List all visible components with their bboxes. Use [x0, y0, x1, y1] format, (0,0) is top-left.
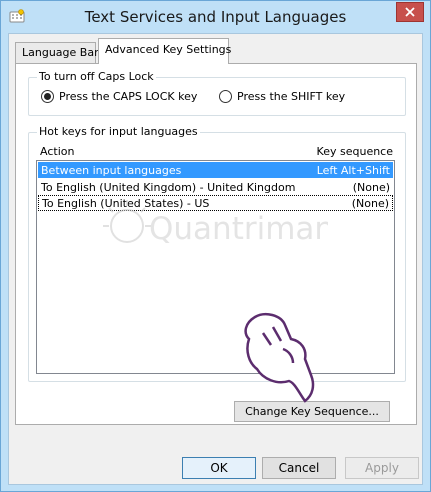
- hotkeys-legend: Hot keys for input languages: [37, 125, 200, 138]
- pointing-hand-icon: [244, 313, 315, 403]
- radio-checked-icon: [41, 90, 54, 103]
- caps-lock-key-label: Press the CAPS LOCK key: [59, 90, 198, 103]
- title-bar[interactable]: Text Services and Input Languages: [1, 1, 430, 33]
- list-item[interactable]: Between input languages Left Alt+Shift: [38, 162, 393, 178]
- close-icon: [405, 7, 415, 17]
- ok-button[interactable]: OK: [182, 457, 256, 479]
- tab-language-bar[interactable]: Language Bar: [15, 42, 99, 63]
- shift-key-radio[interactable]: Press the SHIFT key: [219, 90, 345, 103]
- list-item-action: To English (United Kingdom) - United Kin…: [41, 180, 296, 194]
- radio-unchecked-icon: [219, 90, 232, 103]
- hotkeys-list[interactable]: Between input languages Left Alt+Shift T…: [36, 160, 395, 374]
- list-item-sequence: (None): [351, 196, 389, 210]
- list-item-sequence: Left Alt+Shift: [316, 163, 390, 177]
- list-item-action: Between input languages: [41, 163, 182, 177]
- shift-key-label: Press the SHIFT key: [237, 90, 346, 103]
- caps-lock-key-radio[interactable]: Press the CAPS LOCK key: [41, 90, 197, 103]
- cancel-button[interactable]: Cancel: [262, 457, 336, 479]
- apply-button[interactable]: Apply: [345, 457, 419, 479]
- tab-advanced-key-settings[interactable]: Advanced Key Settings: [98, 38, 231, 64]
- watermark-logo: Quantrimang: [103, 200, 328, 247]
- list-item[interactable]: To English (United Kingdom) - United Kin…: [38, 179, 393, 195]
- close-button[interactable]: [396, 2, 424, 22]
- list-item-sequence: (None): [352, 180, 390, 194]
- dialog-body: Language Bar Advanced Key Settings To tu…: [8, 33, 423, 485]
- caps-lock-group: To turn off Caps Lock Press the CAPS LOC…: [28, 70, 406, 116]
- caps-lock-legend: To turn off Caps Lock: [37, 70, 156, 83]
- hotkeys-group: Hot keys for input languages Action Key …: [28, 125, 406, 382]
- window-title: Text Services and Input Languages: [84, 8, 347, 26]
- dialog-window: Text Services and Input Languages Langua…: [0, 0, 431, 492]
- svg-text:Quantrimang: Quantrimang: [149, 211, 328, 247]
- column-header-action[interactable]: Action: [40, 145, 74, 158]
- column-header-key-sequence[interactable]: Key sequence: [317, 145, 393, 158]
